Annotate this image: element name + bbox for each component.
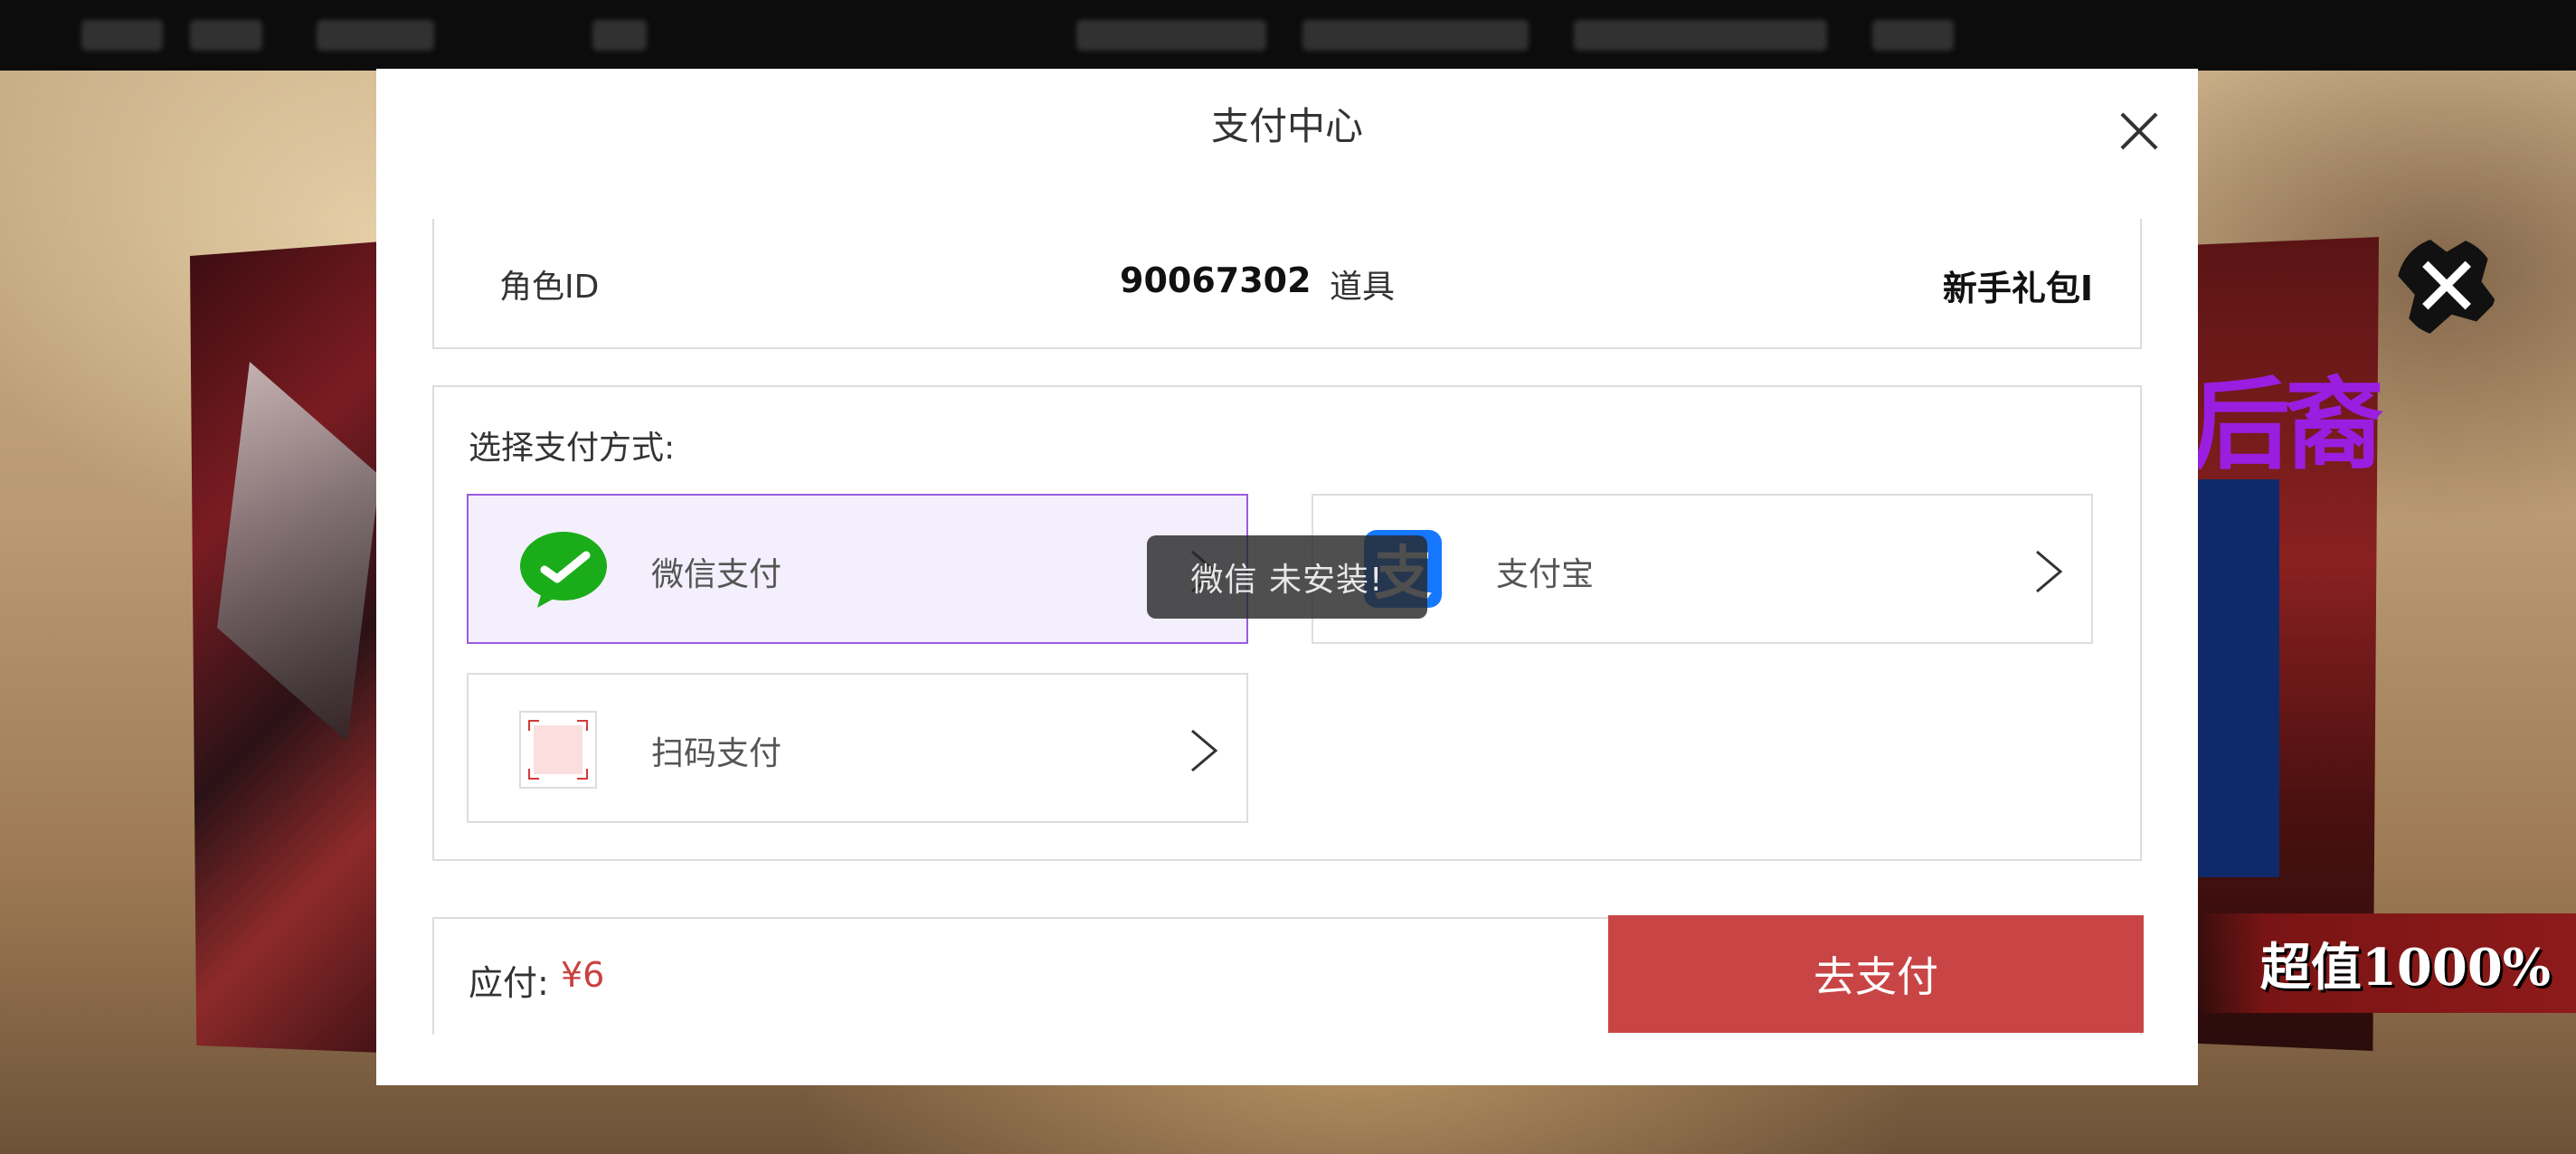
qr-scan-icon — [519, 711, 597, 789]
chevron-right-icon — [1191, 729, 1218, 772]
modal-title: 支付中心 — [1210, 104, 1363, 148]
role-id-label: 角色ID — [499, 269, 600, 306]
item-value: 新手礼包I — [1942, 269, 2093, 308]
option-alipay[interactable]: 支 支付宝 — [1312, 494, 2093, 644]
value-banner-text: 超值1000% — [2259, 937, 2551, 998]
toast-message: 微信 未安装! — [1147, 535, 1427, 619]
payment-heading: 选择支付方式: — [469, 430, 676, 467]
poster-title: 后裔 — [2191, 366, 2384, 483]
avatar-icon — [81, 20, 163, 51]
game-top-bar — [0, 0, 2576, 71]
player-name — [317, 20, 434, 51]
amount-value: ¥6 — [561, 955, 605, 995]
currency-gold — [1076, 20, 1266, 51]
payment-methods: 选择支付方式: 微信支付 支 支付宝 — [432, 385, 2142, 861]
currency-extra — [1872, 20, 1954, 51]
wechat-icon — [520, 532, 607, 608]
close-icon[interactable] — [2107, 99, 2171, 163]
value-banner: 超值1000% — [2198, 913, 2576, 1013]
submit-payment-button[interactable]: 去支付 — [1608, 915, 2144, 1033]
event-icon — [592, 20, 647, 51]
role-id-value: 90067302 — [1120, 260, 1312, 300]
level-icon — [190, 20, 262, 51]
option-qr-pay[interactable]: 扫码支付 — [467, 673, 1248, 823]
option-wechat-pay[interactable]: 微信支付 — [467, 494, 1248, 644]
chevron-right-icon — [2036, 550, 2063, 593]
option-label: 微信支付 — [651, 556, 782, 593]
currency-diamond — [1302, 20, 1529, 51]
currency-energy — [1574, 20, 1827, 51]
event-close-icon[interactable]: ✕ — [2397, 237, 2496, 336]
option-label: 扫码支付 — [651, 735, 782, 772]
item-label: 道具 — [1330, 269, 1396, 306]
poster-panel — [2198, 479, 2279, 877]
amount-label: 应付: — [469, 963, 549, 1003]
option-label: 支付宝 — [1496, 556, 1595, 593]
order-info: 角色ID 90067302 道具 新手礼包I — [432, 219, 2142, 349]
